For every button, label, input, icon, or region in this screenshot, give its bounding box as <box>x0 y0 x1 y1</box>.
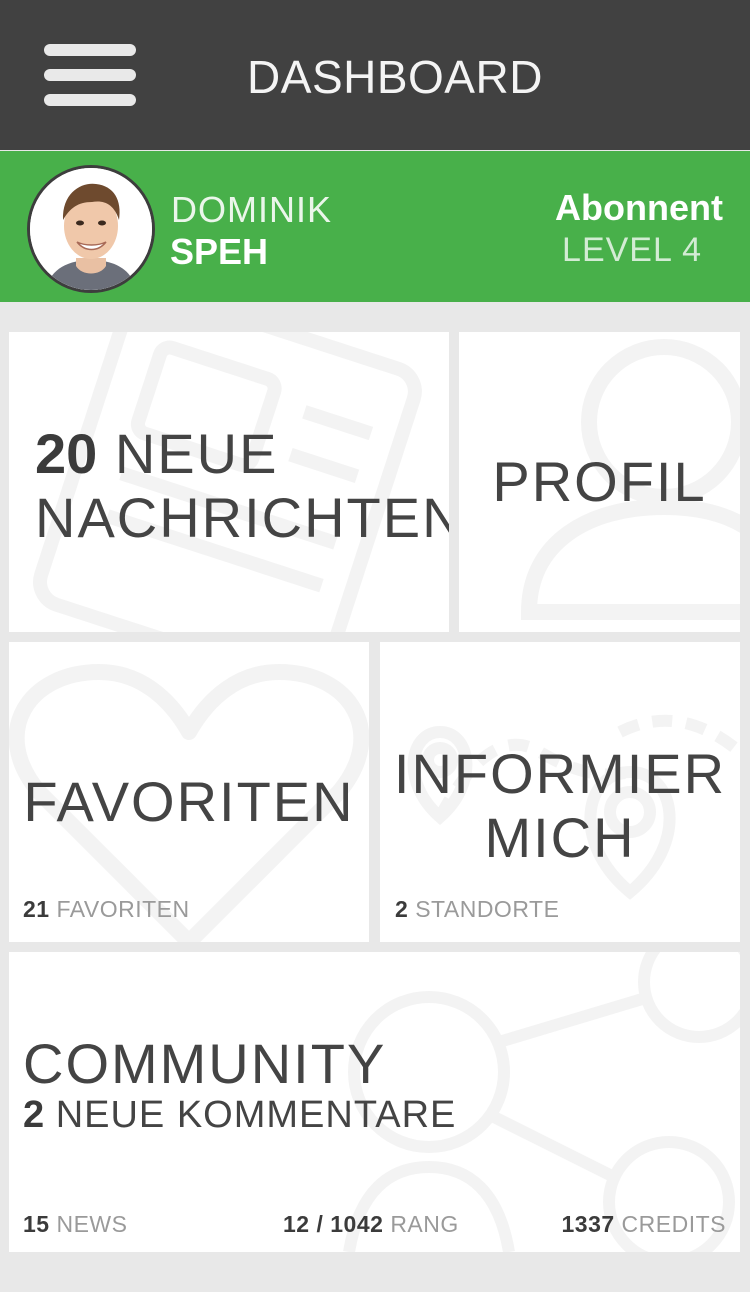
favorites-tile[interactable]: FAVORITEN 21 FAVORITEN <box>9 642 369 942</box>
user-bar: DOMINIK SPEH Abonnent LEVEL 4 <box>0 151 750 302</box>
inform-count-label: STANDORTE <box>415 896 560 922</box>
messages-title: 20 NEUE NACHRICHTEN <box>35 422 449 551</box>
messages-count: 20 <box>35 422 98 485</box>
avatar[interactable] <box>27 165 155 293</box>
favorites-label: FAVORITEN <box>23 770 355 833</box>
inform-line2: MICH <box>484 806 636 870</box>
favorites-stats: 21 FAVORITEN <box>23 896 190 923</box>
favorites-count: 21 <box>23 896 50 922</box>
subscription-type: Abonnent <box>555 187 723 228</box>
news-label: NEWS <box>56 1211 128 1237</box>
community-credits-stat: 1337 CREDITS <box>561 1211 726 1238</box>
user-last-name: SPEH <box>170 231 269 272</box>
page-title: DASHBOARD <box>247 51 543 103</box>
inform-line1: INFORMIER <box>393 742 727 805</box>
community-rank-stat: 12 / 1042 RANG <box>283 1211 459 1238</box>
subscription-level: LEVEL 4 <box>562 231 702 269</box>
top-bar: DASHBOARD <box>0 0 750 150</box>
rank-label: RANG <box>390 1211 459 1237</box>
inform-stats: 2 STANDORTE <box>395 896 559 923</box>
profile-tile[interactable]: PROFIL <box>459 332 740 632</box>
messages-line1: NEUE <box>114 422 279 485</box>
favorites-count-label: FAVORITEN <box>56 896 190 922</box>
messages-line2: NACHRICHTEN <box>35 486 449 550</box>
community-news-stat: 15 NEWS <box>23 1211 127 1238</box>
rank-value: 12 / 1042 <box>283 1211 384 1237</box>
messages-tile[interactable]: 20 NEUE NACHRICHTEN <box>9 332 449 632</box>
community-tile[interactable]: COMMUNITY 2 NEUE KOMMENTARE 15 NEWS 12 /… <box>9 952 740 1252</box>
community-label: COMMUNITY <box>23 1032 387 1095</box>
inform-tile[interactable]: INFORMIER MICH 2 STANDORTE <box>380 642 740 942</box>
community-comments-label: NEUE KOMMENTARE <box>55 1094 457 1136</box>
user-first-name: DOMINIK <box>171 189 333 230</box>
news-count: 15 <box>23 1211 50 1237</box>
community-comments-count: 2 <box>23 1094 45 1136</box>
credits-value: 1337 <box>561 1211 615 1237</box>
profile-label: PROFIL <box>492 450 707 513</box>
community-comments: 2 NEUE KOMMENTARE <box>23 1094 456 1138</box>
inform-count: 2 <box>395 896 409 922</box>
inform-title: INFORMIER MICH <box>380 742 740 871</box>
avatar-photo <box>30 168 152 290</box>
credits-label: CREDITS <box>621 1211 726 1237</box>
